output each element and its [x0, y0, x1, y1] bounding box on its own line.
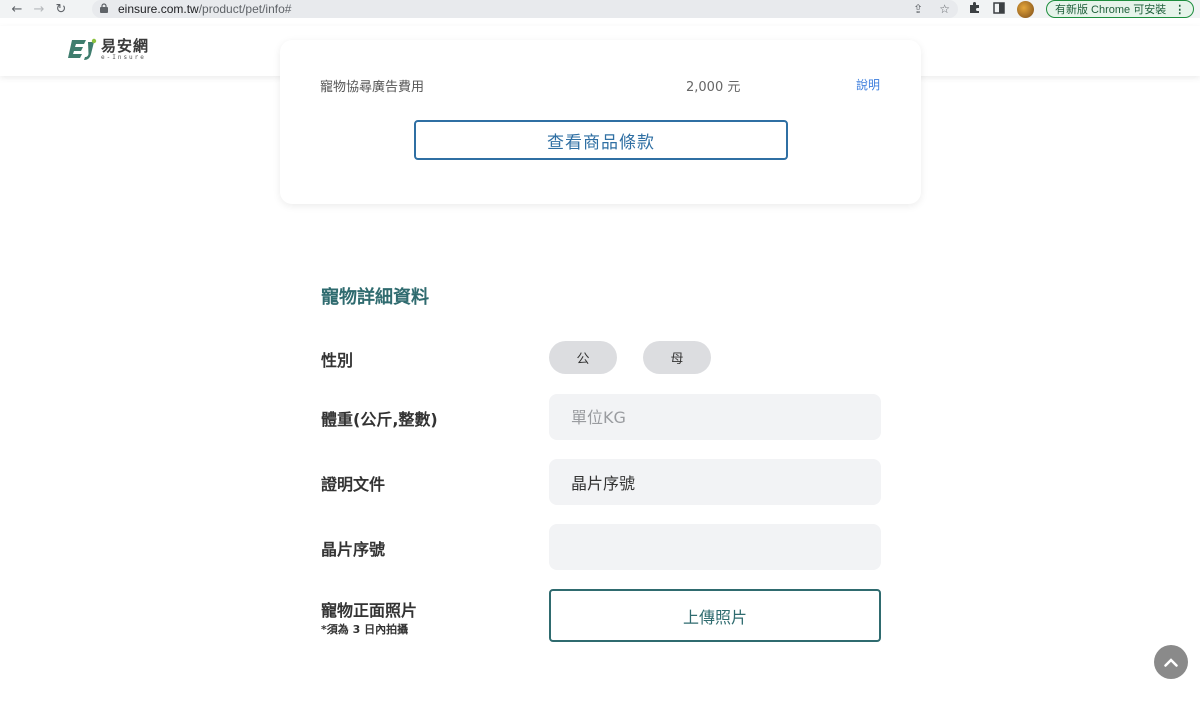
- view-terms-button[interactable]: 查看商品條款: [414, 120, 788, 160]
- gender-male-option[interactable]: 公: [549, 341, 617, 374]
- section-title: 寵物詳細資料: [321, 287, 429, 308]
- more-menu-icon[interactable]: ⋮: [1174, 3, 1185, 16]
- chip-number-input[interactable]: [549, 524, 881, 570]
- chrome-update-label: 有新版 Chrome 可安裝: [1055, 4, 1167, 16]
- logo-chinese-text: 易安網: [101, 37, 150, 55]
- chevron-up-icon: [1164, 658, 1178, 667]
- address-bar[interactable]: einsure.com.tw/product/pet/info# ⇪ ☆: [92, 0, 958, 18]
- gender-label: 性別: [321, 351, 354, 370]
- forward-arrow-icon[interactable]: →: [28, 2, 50, 17]
- scroll-to-top-button[interactable]: [1154, 645, 1188, 679]
- url-domain: einsure.com.tw: [118, 2, 199, 16]
- share-icon[interactable]: ⇪: [913, 2, 923, 16]
- url-path: /product/pet/info#: [198, 2, 292, 16]
- gender-female-option[interactable]: 母: [643, 341, 711, 374]
- coverage-row: 寵物協尋廣告費用 2,000 元 說明: [320, 76, 880, 96]
- logo-mark-icon: [68, 38, 97, 60]
- lock-icon: [100, 2, 112, 16]
- side-panel-icon[interactable]: [993, 1, 1005, 17]
- chip-number-label: 晶片序號: [321, 540, 386, 559]
- extensions-puzzle-icon[interactable]: [968, 1, 981, 17]
- weight-input[interactable]: [549, 394, 881, 440]
- profile-avatar[interactable]: [1017, 0, 1034, 18]
- coverage-item-amount: 2,000 元: [686, 80, 741, 95]
- back-arrow-icon[interactable]: ←: [6, 2, 28, 17]
- document-label: 證明文件: [321, 475, 386, 494]
- coverage-item-name: 寵物協尋廣告費用: [320, 80, 425, 95]
- photo-note: *須為 3 日內拍攝: [321, 623, 409, 636]
- site-logo[interactable]: 易安網 e-Insure: [68, 38, 149, 62]
- coverage-explain-link[interactable]: 說明: [856, 76, 880, 93]
- document-select-value: 晶片序號: [571, 474, 636, 493]
- browser-toolbar: ← → ↻ einsure.com.tw/product/pet/info# ⇪…: [0, 0, 1200, 18]
- bookmark-star-icon[interactable]: ☆: [939, 2, 950, 16]
- coverage-card: 寵物協尋廣告費用 2,000 元 說明 查看商品條款: [280, 40, 921, 204]
- upload-photo-button[interactable]: 上傳照片: [549, 589, 881, 642]
- logo-english-text: e-Insure: [101, 54, 146, 61]
- reload-icon[interactable]: ↻: [50, 2, 72, 17]
- weight-label: 體重(公斤,整數): [321, 410, 438, 429]
- photo-label: 寵物正面照片: [321, 601, 418, 620]
- chrome-update-button[interactable]: 有新版 Chrome 可安裝 ⋮: [1046, 0, 1195, 18]
- document-select[interactable]: 晶片序號: [549, 459, 881, 505]
